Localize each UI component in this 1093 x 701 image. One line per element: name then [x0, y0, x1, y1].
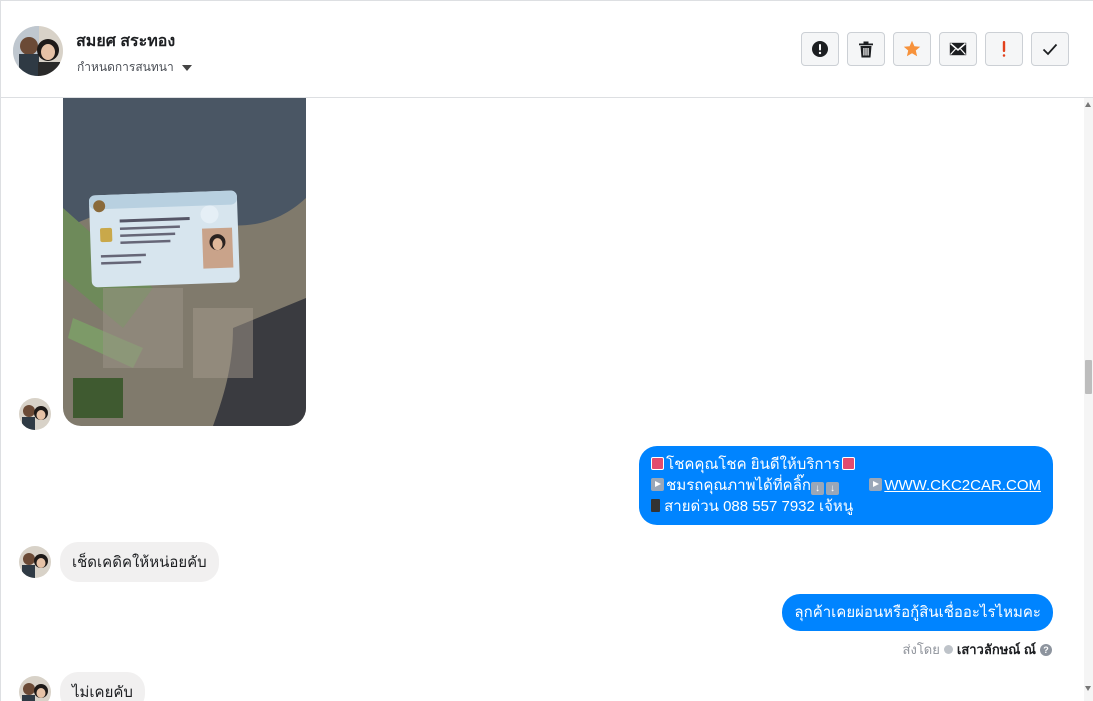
scroll-up-arrow-icon[interactable] — [1085, 102, 1091, 107]
mark-unread-button[interactable] — [939, 32, 977, 66]
mark-done-button[interactable] — [1031, 32, 1069, 66]
promo-line-1: โชคคุณโชค ยินดีให้บริการ — [666, 456, 840, 473]
thread-scrollbar[interactable] — [1084, 98, 1093, 701]
contact-avatar-small[interactable] — [19, 676, 51, 701]
scroll-down-arrow-icon[interactable] — [1085, 686, 1091, 691]
down-arrow-emoji-icon: ↓ — [810, 482, 824, 495]
incoming-message[interactable]: เช็ดเคดิคให้หน่อยคับ — [60, 542, 219, 582]
message-thread[interactable]: โชคคุณโชค ยินดีให้บริการ ชมรถคุณภาพได้ที… — [1, 98, 1084, 701]
help-icon[interactable]: ? — [1040, 643, 1052, 656]
conversation-settings-dropdown[interactable]: กำหนดการสนทนา — [77, 58, 192, 77]
sent-by-name[interactable]: เสาวลักษณ์ ณ์ — [957, 639, 1036, 660]
follow-up-button[interactable] — [985, 32, 1023, 66]
contact-avatar-small[interactable] — [19, 546, 51, 578]
contact-name[interactable]: สมยศ สระทอง — [76, 29, 175, 54]
play-emoji-icon — [869, 478, 883, 491]
contact-avatar[interactable] — [13, 26, 63, 76]
image-message[interactable] — [63, 98, 306, 426]
envelope-icon — [949, 42, 967, 56]
star-icon — [903, 40, 921, 57]
id-card-photo-image — [63, 98, 306, 426]
star-button[interactable] — [893, 32, 931, 66]
contact-avatar-small[interactable] — [19, 398, 51, 430]
scrollbar-thumb[interactable] — [1085, 360, 1092, 394]
trash-icon — [859, 41, 873, 57]
mobile-phone-emoji-icon — [651, 499, 661, 512]
checkmark-icon — [1042, 43, 1058, 55]
incoming-message[interactable]: ไม่เคยคับ — [60, 672, 145, 701]
exclamation-icon — [1002, 41, 1006, 57]
down-arrow-emoji-icon: ↓ — [825, 482, 839, 495]
caret-down-icon — [181, 64, 192, 71]
delete-button[interactable] — [847, 32, 885, 66]
sent-by-info: ส่งโดย เสาวลักษณ์ ณ์ ? — [903, 639, 1052, 660]
conversation-header: สมยศ สระทอง กำหนดการสนทนา — [1, 1, 1093, 98]
play-emoji-icon — [651, 478, 665, 491]
conversation-settings-label: กำหนดการสนทนา — [77, 60, 174, 74]
promo-line-3: สายด่วน 088 557 7932 เจ้หนู — [664, 498, 854, 515]
red-square-emoji-icon — [841, 457, 855, 470]
website-link[interactable]: WWW.CKC2CAR.COM — [884, 477, 1041, 494]
header-actions — [801, 32, 1069, 66]
promo-line-2: ชมรถคุณภาพได้ที่คลิ๊ก — [666, 477, 811, 494]
sent-by-label: ส่งโดย — [902, 642, 940, 657]
outgoing-message[interactable]: ลุกค้าเคยผ่อนหรือกู้สินเชื่ออะไรไหมคะ — [782, 594, 1053, 631]
red-square-emoji-icon — [651, 457, 665, 470]
outgoing-message[interactable]: โชคคุณโชค ยินดีให้บริการ ชมรถคุณภาพได้ที… — [639, 446, 1053, 525]
report-spam-button[interactable] — [801, 32, 839, 66]
verified-dot-icon — [943, 645, 953, 654]
alert-circle-icon — [812, 41, 828, 57]
